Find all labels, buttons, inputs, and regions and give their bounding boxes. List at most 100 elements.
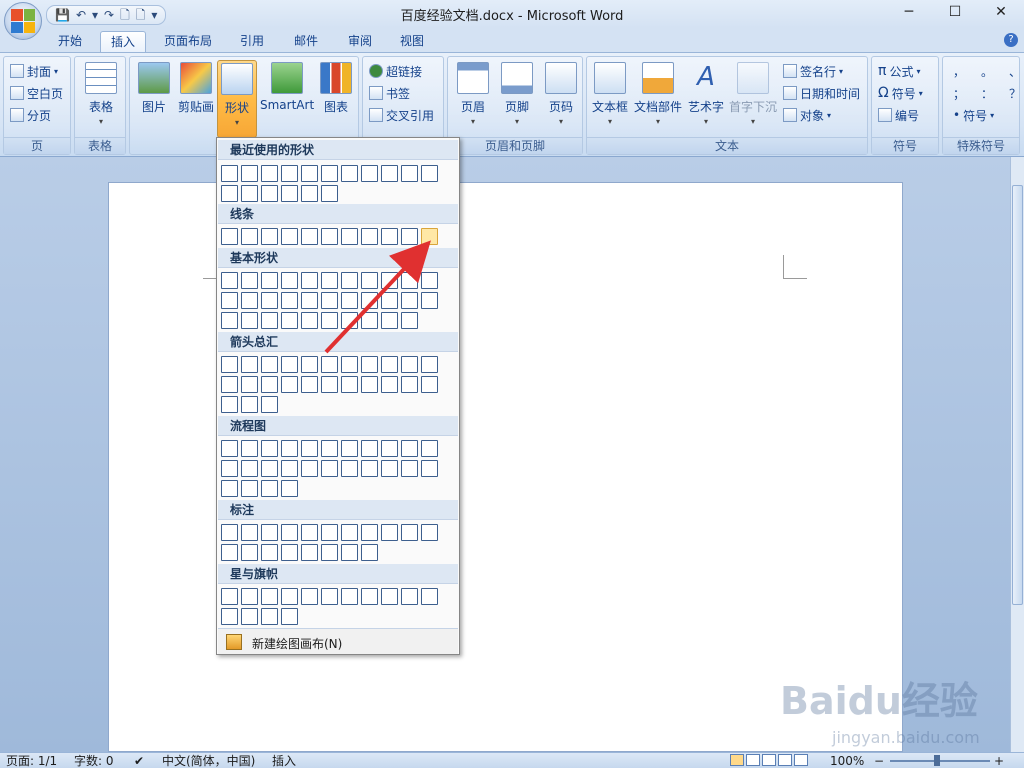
cross-reference-button[interactable]: 交叉引用: [369, 105, 434, 125]
shape-item[interactable]: [281, 165, 298, 182]
shape-item[interactable]: [361, 356, 378, 373]
web-layout-icon[interactable]: [762, 754, 776, 766]
word-count[interactable]: 字数: 0: [74, 754, 114, 768]
shape-item[interactable]: [281, 480, 298, 497]
shape-item[interactable]: [261, 544, 278, 561]
shape-item[interactable]: [401, 356, 418, 373]
shape-item[interactable]: [401, 524, 418, 541]
bookmark-button[interactable]: 书签: [369, 83, 410, 103]
shape-item[interactable]: [421, 440, 438, 457]
shape-item[interactable]: [261, 588, 278, 605]
special-symbol-button[interactable]: • 符号 ▾: [953, 105, 994, 125]
shape-item[interactable]: [241, 480, 258, 497]
shape-item[interactable]: [361, 524, 378, 541]
shape-item[interactable]: [341, 312, 358, 329]
shape-item[interactable]: [261, 440, 278, 457]
equation-button[interactable]: π 公式 ▾: [878, 61, 920, 81]
shape-item[interactable]: [261, 165, 278, 182]
shape-item[interactable]: [241, 524, 258, 541]
shape-item[interactable]: [421, 165, 438, 182]
shape-item[interactable]: [241, 608, 258, 625]
shape-item[interactable]: [301, 165, 318, 182]
shape-item[interactable]: [321, 292, 338, 309]
shape-item[interactable]: [361, 165, 378, 182]
shape-item[interactable]: [241, 292, 258, 309]
shape-item[interactable]: [301, 524, 318, 541]
shape-item[interactable]: [341, 524, 358, 541]
shape-item[interactable]: [361, 312, 378, 329]
shape-item[interactable]: [261, 292, 278, 309]
shape-item[interactable]: [221, 396, 238, 413]
enumeration-comma-char[interactable]: 、: [1009, 63, 1021, 80]
shape-item[interactable]: [221, 165, 238, 182]
shape-item[interactable]: [261, 376, 278, 393]
shape-item[interactable]: [281, 185, 298, 202]
shape-item[interactable]: [421, 460, 438, 477]
shape-item[interactable]: [381, 460, 398, 477]
date-time-button[interactable]: 日期和时间: [783, 83, 860, 103]
shape-item[interactable]: [261, 312, 278, 329]
shape-item[interactable]: [281, 524, 298, 541]
full-screen-icon[interactable]: [746, 754, 760, 766]
undo-dropdown-icon[interactable]: ▾: [92, 7, 98, 23]
help-icon[interactable]: ?: [1004, 33, 1018, 47]
close-button[interactable]: ✕: [978, 0, 1024, 24]
shape-item[interactable]: [381, 228, 398, 245]
shape-item[interactable]: [221, 312, 238, 329]
footer-button[interactable]: 页脚 ▾: [496, 60, 538, 134]
office-button[interactable]: [4, 2, 42, 40]
shape-item[interactable]: [281, 376, 298, 393]
shape-item[interactable]: [401, 228, 418, 245]
shape-item[interactable]: [221, 460, 238, 477]
shape-item[interactable]: [241, 460, 258, 477]
wordart-button[interactable]: A 艺术字 ▾: [685, 60, 727, 134]
table-button[interactable]: 表格 ▾: [79, 60, 123, 134]
shape-item[interactable]: [401, 460, 418, 477]
tab-page-layout[interactable]: 页面布局: [156, 31, 220, 52]
shape-item[interactable]: [341, 588, 358, 605]
period-char[interactable]: 。: [981, 63, 993, 80]
shape-item[interactable]: [221, 588, 238, 605]
shape-item[interactable]: [261, 524, 278, 541]
shape-item[interactable]: [281, 312, 298, 329]
shape-item[interactable]: [241, 272, 258, 289]
shape-item[interactable]: [321, 376, 338, 393]
shape-item[interactable]: [241, 165, 258, 182]
open-document-icon[interactable]: 🗋: [136, 7, 146, 23]
page-break-button[interactable]: 分页: [10, 105, 51, 125]
shape-item[interactable]: [421, 292, 438, 309]
zoom-slider-thumb[interactable]: [934, 755, 940, 766]
shape-item[interactable]: [281, 544, 298, 561]
shape-item[interactable]: [421, 376, 438, 393]
drop-cap-button[interactable]: 首字下沉 ▾: [729, 60, 777, 134]
shape-item[interactable]: [241, 228, 258, 245]
spell-check-icon[interactable]: ✔: [134, 754, 144, 768]
shape-item[interactable]: [341, 544, 358, 561]
zoom-level[interactable]: 100%: [830, 754, 864, 768]
shape-item[interactable]: [221, 356, 238, 373]
shape-item[interactable]: [301, 292, 318, 309]
shape-item[interactable]: [361, 588, 378, 605]
tab-review[interactable]: 审阅: [338, 31, 382, 52]
shape-item[interactable]: [321, 272, 338, 289]
print-layout-icon[interactable]: [730, 754, 744, 766]
shape-item[interactable]: [241, 356, 258, 373]
tab-mailings[interactable]: 邮件: [284, 31, 328, 52]
shape-item[interactable]: [341, 460, 358, 477]
shape-item[interactable]: [361, 440, 378, 457]
shape-item[interactable]: [301, 312, 318, 329]
outline-icon[interactable]: [778, 754, 792, 766]
shape-item[interactable]: [281, 588, 298, 605]
save-icon[interactable]: 💾: [55, 7, 70, 23]
shape-item[interactable]: [241, 440, 258, 457]
shape-item[interactable]: [321, 440, 338, 457]
shape-item[interactable]: [381, 588, 398, 605]
chart-button[interactable]: 图表: [316, 60, 356, 134]
shape-item[interactable]: [381, 356, 398, 373]
page-count[interactable]: 页面: 1/1: [6, 754, 57, 768]
shape-item[interactable]: [321, 165, 338, 182]
shape-item[interactable]: [281, 228, 298, 245]
shape-item[interactable]: [301, 588, 318, 605]
tab-home[interactable]: 开始: [48, 31, 92, 52]
tab-insert[interactable]: 插入: [100, 31, 146, 52]
